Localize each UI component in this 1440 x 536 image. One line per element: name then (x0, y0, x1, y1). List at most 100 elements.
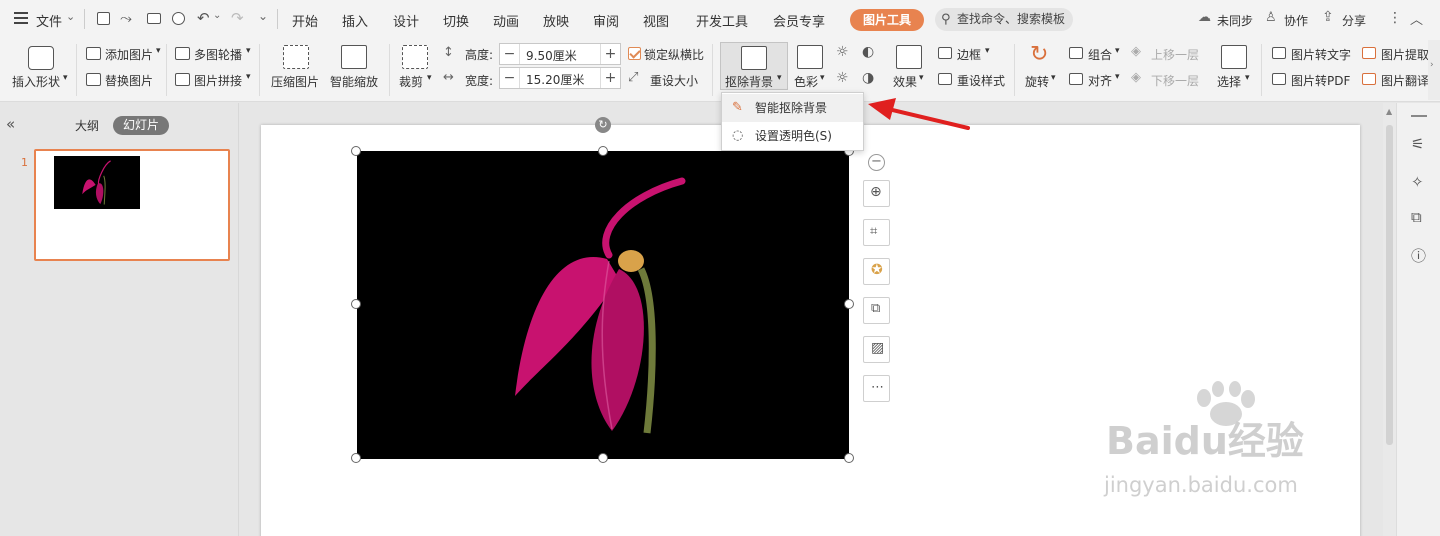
save-icon[interactable] (97, 12, 110, 25)
resize-handle-top-left[interactable] (351, 146, 361, 156)
idea-button[interactable]: ✪ (863, 258, 890, 285)
customize-toolbar-icon[interactable]: ⌄ (258, 9, 268, 23)
scrollbar-thumb[interactable] (1386, 125, 1393, 445)
effects-button[interactable]: 效果 (893, 73, 917, 90)
resize-handle-bottom[interactable] (598, 453, 608, 463)
smart-zoom-button[interactable]: 智能缩放 (330, 73, 378, 90)
align-button[interactable]: 对齐 (1088, 72, 1112, 89)
color-button[interactable]: 色彩 (794, 73, 818, 90)
crop-button[interactable]: 裁剪 (399, 73, 423, 90)
undo-icon[interactable]: ↶ (197, 9, 210, 27)
zoom-in-button[interactable]: ⊕ (863, 180, 890, 207)
smart-remove-background-item[interactable]: ✎ 智能抠除背景 (722, 94, 863, 122)
brightness-up-icon[interactable]: ☼ (836, 44, 849, 60)
compress-picture-icon[interactable] (283, 45, 309, 69)
width-stepper[interactable]: − 15.20厘米 + (499, 67, 621, 89)
width-increment-button[interactable]: + (600, 68, 620, 88)
tab-slideshow[interactable]: 放映 (543, 11, 569, 30)
rotate-button[interactable]: 旋转 (1025, 73, 1049, 90)
resize-handle-bottom-right[interactable] (844, 453, 854, 463)
brightness-down-icon[interactable]: ☼ (836, 70, 849, 86)
tab-animation[interactable]: 动画 (493, 11, 519, 30)
tab-insert[interactable]: 插入 (342, 11, 368, 30)
compress-picture-button[interactable]: 压缩图片 (271, 73, 319, 90)
vertical-scrollbar[interactable]: ▲ (1383, 103, 1396, 536)
color-icon[interactable] (797, 45, 823, 69)
bring-forward-button[interactable]: 上移一层 (1151, 46, 1199, 63)
tab-home[interactable]: 开始 (292, 11, 318, 30)
group-button[interactable]: 组合 (1088, 46, 1112, 63)
export-icon[interactable]: ⤳ (120, 9, 132, 27)
multi-carousel-button[interactable]: 多图轮播 (194, 46, 242, 63)
picture-collage-button[interactable]: 图片拼接 (194, 72, 242, 89)
slide-thumbnail[interactable] (34, 149, 230, 261)
tab-outline[interactable]: 大纲 (75, 117, 99, 134)
flower-picture[interactable] (357, 151, 849, 459)
chevron-down-icon[interactable]: ▾ (246, 72, 251, 82)
width-decrement-button[interactable]: − (500, 68, 520, 88)
tab-view[interactable]: 视图 (643, 11, 669, 30)
chevron-down-icon[interactable]: ▾ (1051, 73, 1056, 83)
replace-picture-button[interactable]: 替换图片 (105, 72, 153, 89)
chevron-down-icon[interactable]: ▾ (427, 73, 432, 83)
smart-zoom-icon[interactable] (341, 45, 367, 69)
chevron-down-icon[interactable]: ▾ (63, 73, 68, 83)
collapse-sidebar-icon[interactable]: « (6, 115, 15, 133)
height-stepper[interactable]: − 9.50厘米 + (499, 43, 621, 65)
tab-transition[interactable]: 切换 (443, 11, 469, 30)
resize-handle-bottom-left[interactable] (351, 453, 361, 463)
tab-developer[interactable]: 开发工具 (696, 11, 748, 30)
pin-icon[interactable]: ✧ (1411, 173, 1424, 191)
tab-picture-tools[interactable]: 图片工具 (850, 9, 924, 31)
file-menu[interactable]: 文件 (36, 11, 62, 30)
width-value[interactable]: 15.20厘米 (526, 71, 584, 88)
pic-to-text-button[interactable]: 图片转文字 (1291, 46, 1351, 63)
crop-quick-button[interactable]: ⌗ (863, 219, 890, 246)
insert-shape-icon[interactable] (28, 46, 54, 70)
collaborate-button[interactable]: 协作 (1284, 12, 1308, 29)
crop-icon[interactable] (402, 45, 428, 69)
resize-handle-right[interactable] (844, 299, 854, 309)
collapse-ribbon-icon[interactable]: ︿ (1410, 9, 1423, 28)
set-transparent-color-item[interactable]: ◌ 设置透明色(S) (722, 122, 863, 150)
send-backward-button[interactable]: 下移一层 (1151, 72, 1199, 89)
tab-design[interactable]: 设计 (393, 11, 419, 30)
pic-extract-button[interactable]: 图片提取 (1381, 46, 1429, 63)
more-options-button[interactable]: ⋯ (863, 375, 890, 402)
height-increment-button[interactable]: + (600, 44, 620, 64)
fill-button[interactable]: ▨ (863, 336, 890, 363)
pic-convert-button[interactable]: ⧉ (863, 297, 890, 324)
tab-member[interactable]: 会员专享 (773, 11, 825, 30)
more-icon[interactable]: ⋮ (1388, 10, 1402, 26)
chevron-down-icon[interactable]: ▾ (820, 73, 825, 83)
redo-icon[interactable]: ↷ (231, 9, 244, 27)
add-picture-button[interactable]: 添加图片 (105, 46, 153, 63)
chevron-down-icon[interactable]: ▾ (1245, 73, 1250, 83)
reset-size-button[interactable]: 重设大小 (650, 72, 698, 89)
ribbon-scroll[interactable]: › (1428, 40, 1440, 100)
lock-ratio-checkbox[interactable] (628, 47, 641, 60)
help-icon[interactable]: ⓘ (1411, 245, 1426, 266)
remove-background-button[interactable]: 抠除背景 ▾ (720, 42, 788, 90)
undo-dropdown-icon[interactable]: ⌄ (213, 10, 221, 21)
sync-status[interactable]: 未同步 (1217, 12, 1253, 29)
reset-style-button[interactable]: 重设样式 (957, 72, 1005, 89)
properties-icon[interactable]: ⚟ (1411, 135, 1424, 153)
menu-icon[interactable] (14, 11, 30, 24)
print-icon[interactable] (147, 13, 161, 24)
chevron-down-icon[interactable]: ▾ (985, 46, 990, 56)
chevron-down-icon[interactable]: ▾ (246, 46, 251, 56)
resize-handle-left[interactable] (351, 299, 361, 309)
rotate-icon[interactable]: ↻ (1030, 42, 1048, 67)
lock-ratio-label[interactable]: 锁定纵横比 (644, 46, 704, 63)
share-button[interactable]: 分享 (1342, 12, 1366, 29)
pic-to-pdf-button[interactable]: 图片转PDF (1291, 72, 1350, 89)
tab-review[interactable]: 审阅 (593, 11, 619, 30)
collapse-quickbar-icon[interactable]: − (868, 154, 885, 171)
rotate-handle-icon[interactable]: ↻ (595, 117, 611, 133)
height-decrement-button[interactable]: − (500, 44, 520, 64)
select-icon[interactable] (1221, 45, 1247, 69)
chevron-down-icon[interactable]: ▾ (1115, 72, 1120, 82)
select-button[interactable]: 选择 (1217, 73, 1241, 90)
search-input[interactable]: ⚲ 查找命令、搜索模板 (935, 8, 1073, 31)
